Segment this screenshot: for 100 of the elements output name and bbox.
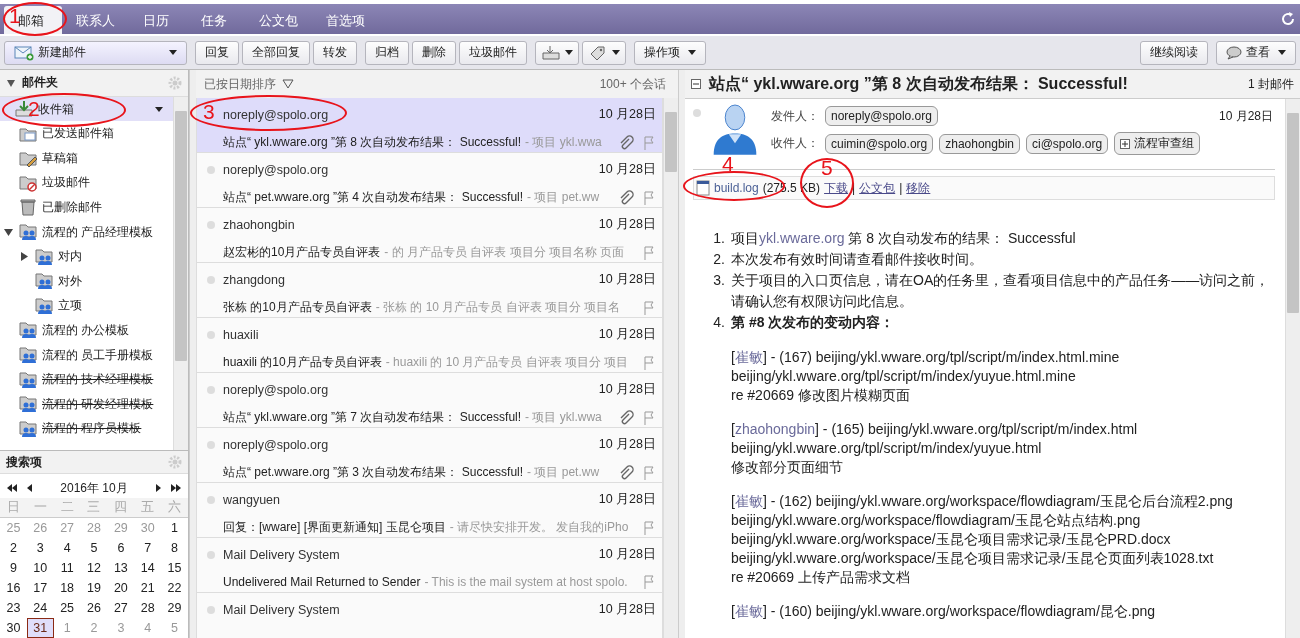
app-tab[interactable]: 任务 xyxy=(187,6,245,34)
folder-item[interactable]: 草稿箱 xyxy=(0,146,173,171)
calendar-day[interactable]: 28 xyxy=(134,599,162,617)
message-row[interactable]: Mail Delivery System 10 月28日 Undelivered Mail Returned to Sender - This is the mail system at host spolo. xyxy=(196,538,663,593)
message-row[interactable]: Mail Delivery System 10 月28日 xyxy=(196,593,663,638)
calendar-day[interactable]: 8 xyxy=(161,539,188,557)
calendar-day[interactable]: 4 xyxy=(53,539,81,557)
app-tab[interactable]: 日历 xyxy=(129,6,187,34)
collapsed-triangle-icon[interactable] xyxy=(20,252,29,262)
toolbar-button[interactable]: 回复 xyxy=(195,40,239,65)
calendar-day[interactable]: 14 xyxy=(134,559,162,577)
left-arrow-icon[interactable] xyxy=(26,483,34,493)
attachment-action-link[interactable]: 移除 xyxy=(906,179,931,197)
list-number: 3. xyxy=(713,271,725,290)
calendar-day[interactable]: 10 xyxy=(26,559,54,577)
calendar-day[interactable]: 27 xyxy=(107,599,135,617)
toolbar-button[interactable]: 全部回复 xyxy=(242,40,310,65)
folder-label: 草稿箱 xyxy=(42,149,78,167)
calendar-day[interactable]: 25 xyxy=(53,599,81,617)
calendar-day[interactable]: 23 xyxy=(0,599,27,617)
double-left-arrow-icon[interactable] xyxy=(6,483,18,493)
calendar-day[interactable]: 1 xyxy=(161,519,188,537)
plus-box-icon[interactable] xyxy=(1120,138,1131,149)
folder-item[interactable]: 对内 xyxy=(0,244,173,269)
calendar-day[interactable]: 31 xyxy=(26,618,54,638)
calendar-day[interactable]: 2 xyxy=(0,539,27,557)
calendar-day[interactable]: 11 xyxy=(53,559,81,577)
folder-item[interactable]: 流程的 程序员模板 xyxy=(0,416,173,442)
calendar-day[interactable]: 17 xyxy=(26,579,54,597)
calendar-day[interactable]: 22 xyxy=(161,579,188,597)
view-menu-button[interactable]: 查看 xyxy=(1216,40,1296,65)
toolbar-button[interactable]: 垃圾邮件 xyxy=(459,40,527,65)
tag-menu-button[interactable] xyxy=(582,40,626,65)
sender-chip[interactable]: noreply@spolo.org xyxy=(825,106,938,126)
calendar-day[interactable]: 19 xyxy=(80,579,108,597)
new-mail-button[interactable]: 新建邮件 xyxy=(4,40,187,65)
project-link[interactable]: ykl.wware.org xyxy=(759,230,845,246)
toolbar-button[interactable]: 转发 xyxy=(313,40,357,65)
continue-reading-button[interactable]: 继续阅读 xyxy=(1140,40,1208,65)
calendar-day[interactable]: 12 xyxy=(80,559,108,577)
folder-item[interactable]: 对外 xyxy=(0,268,173,294)
scrollbar[interactable] xyxy=(173,96,188,451)
attachment-link[interactable]: build.log xyxy=(714,181,759,195)
toolbar-button[interactable]: 归档 xyxy=(365,40,409,65)
recipient-chip[interactable]: cuimin@spolo.org xyxy=(825,133,934,154)
calendar-day[interactable]: 24 xyxy=(26,599,54,617)
message-row[interactable]: zhangdong 10 月28日 张栋 的10月产品专员自评表 - 张栋 的 10 月产品专员 自评表 项目分 项目名 xyxy=(196,263,663,318)
recipient-chip[interactable]: zhaohongbin xyxy=(939,133,1020,154)
caret-icon[interactable] xyxy=(155,106,163,112)
collapse-triangle-icon[interactable] xyxy=(6,77,16,88)
calendar-day[interactable]: 29 xyxy=(161,599,188,617)
sort-triangle-icon[interactable] xyxy=(282,79,294,89)
calendar-day[interactable]: 15 xyxy=(161,559,188,577)
folder-item[interactable]: 流程的 办公模板 xyxy=(0,318,173,343)
attachment-action-link[interactable]: 公文包 xyxy=(859,179,896,197)
group-chip[interactable]: 流程审查组 xyxy=(1114,132,1201,155)
calendar-day[interactable]: 6 xyxy=(107,539,135,557)
message-row[interactable]: huaxili 10 月28日 huaxili 的10月产品专员自评表 - huaxili 的 10 月产品专员 自评表 项目分 项目 xyxy=(196,318,663,373)
message-date: 10 月28日 xyxy=(598,491,656,508)
calendar-day[interactable]: 30 xyxy=(0,619,27,637)
calendar-day[interactable]: 16 xyxy=(0,579,27,597)
message-row[interactable]: zhaohongbin 10 月28日 赵宏彬的10月产品专员自评表 - 的 月产品专员 自评表 项目分 项目名称 页面 xyxy=(196,208,663,263)
folder-item[interactable]: 已删除邮件 xyxy=(0,195,173,220)
folder-item[interactable]: 已发送邮件箱 xyxy=(0,121,173,146)
move-menu-button[interactable] xyxy=(535,40,579,65)
actions-menu-button[interactable]: 操作项 xyxy=(634,40,706,65)
calendar-day[interactable]: 3 xyxy=(26,539,54,557)
app-tab[interactable]: 公文包 xyxy=(245,6,312,34)
folder-item[interactable]: 流程的 员工手册模板 xyxy=(0,342,173,368)
message-row[interactable]: wangyuen 10 月28日 回复：[wware] [界面更新通知] 玉昆仑项目 - 请尽快安排开发。 发自我的iPho xyxy=(196,483,663,538)
sort-label[interactable]: 已按日期排序 xyxy=(204,75,276,93)
calendar-day[interactable]: 9 xyxy=(0,559,27,577)
message-row[interactable]: noreply@spolo.org 10 月28日 站点“ pet.wware.org ”第 4 次自动发布结果： Successful! - 项目 pet.ww xyxy=(196,153,663,208)
right-arrow-icon[interactable] xyxy=(154,483,162,493)
expanded-triangle-icon[interactable] xyxy=(4,227,13,237)
calendar-day[interactable]: 13 xyxy=(107,559,135,577)
folder-item[interactable]: 垃圾邮件 xyxy=(0,170,173,196)
scrollbar[interactable] xyxy=(1285,99,1300,638)
recipient-chip[interactable]: ci@spolo.org xyxy=(1025,133,1109,154)
folder-item[interactable]: 立项 xyxy=(0,293,173,319)
shared-folder-icon xyxy=(34,296,54,315)
folder-item[interactable]: 流程的 技术经理模板 xyxy=(0,367,173,392)
double-right-arrow-icon[interactable] xyxy=(170,483,182,493)
scrollbar[interactable] xyxy=(663,98,678,638)
folder-item[interactable]: 流程的 产品经理模板 xyxy=(0,219,173,245)
app-tab[interactable]: 首选项 xyxy=(312,6,379,34)
calendar-day[interactable]: 18 xyxy=(53,579,81,597)
attachment-action-link[interactable]: 下载 xyxy=(824,179,849,197)
refresh-icon[interactable] xyxy=(1280,11,1296,27)
folder-item[interactable]: 流程的 研发经理模板 xyxy=(0,391,173,417)
calendar-day[interactable]: 20 xyxy=(107,579,135,597)
calendar-day[interactable]: 5 xyxy=(80,539,108,557)
calendar-day[interactable]: 21 xyxy=(134,579,162,597)
collapse-icon[interactable] xyxy=(691,79,701,89)
message-row[interactable]: noreply@spolo.org 10 月28日 站点“ ykl.wware.org ”第 7 次自动发布结果： Successful! - 项目 ykl.wwa xyxy=(196,373,663,428)
calendar-day[interactable]: 7 xyxy=(134,539,162,557)
calendar-day[interactable]: 26 xyxy=(80,599,108,617)
toolbar-button[interactable]: 删除 xyxy=(412,40,456,65)
app-tab[interactable]: 联系人 xyxy=(62,6,129,34)
message-row[interactable]: noreply@spolo.org 10 月28日 站点“ pet.wware.org ”第 3 次自动发布结果： Successful! - 项目 pet.ww xyxy=(196,428,663,483)
